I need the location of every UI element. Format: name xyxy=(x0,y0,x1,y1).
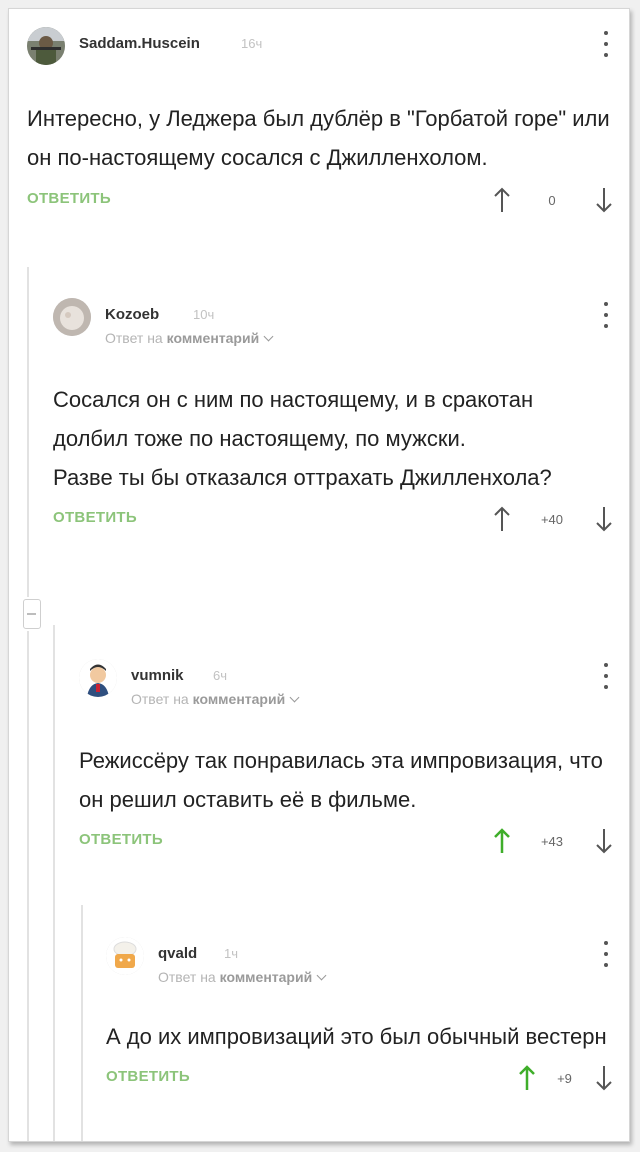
comment-header: Saddam.Huscein 16ч xyxy=(27,27,613,77)
comment-actions: ОТВЕТИТЬ +40 xyxy=(53,505,613,535)
author-name[interactable]: Kozoeb xyxy=(105,306,159,323)
comment-actions: ОТВЕТИТЬ +9 xyxy=(106,1064,613,1094)
author-name[interactable]: qvald xyxy=(158,945,197,962)
comment: Saddam.Huscein 16ч Интересно, у Леджера … xyxy=(27,27,613,216)
upvote-arrow-icon[interactable] xyxy=(518,1064,536,1092)
author-name[interactable]: Saddam.Huscein xyxy=(79,35,200,52)
comment-score: +43 xyxy=(540,834,564,849)
blurry-avatar-icon[interactable] xyxy=(53,298,91,336)
comment-header: Kozoeb 10ч Ответ на комментарий xyxy=(53,298,613,348)
vote-controls: +40 xyxy=(493,505,613,535)
collapse-thread-button[interactable] xyxy=(23,599,41,629)
comment-text: А до их импровизаций это был обычный вес… xyxy=(106,1024,607,1049)
more-options-icon[interactable] xyxy=(599,302,613,328)
reply-to-link[interactable]: Ответ на комментарий xyxy=(158,969,327,985)
vote-controls: +9 xyxy=(518,1064,613,1094)
comment-text: Интересно, у Леджера был дублёр в "Горба… xyxy=(27,106,616,170)
comment-time: 10ч xyxy=(193,307,215,322)
downvote-arrow-icon[interactable] xyxy=(595,827,613,855)
thread-line xyxy=(27,631,29,1141)
thread-line xyxy=(81,905,83,1141)
comment-time: 1ч xyxy=(224,946,239,961)
comment-text: Режиссёру так понравилась эта импровизац… xyxy=(79,748,609,812)
comment: qvald 1ч Ответ на комментарий А до их им… xyxy=(106,937,613,1094)
more-options-icon[interactable] xyxy=(599,663,613,689)
comment: vumnik 6ч Ответ на комментарий Режиссёру… xyxy=(79,659,613,857)
comment-actions: ОТВЕТИТЬ 0 xyxy=(27,186,613,216)
downvote-arrow-icon[interactable] xyxy=(595,505,613,533)
more-options-icon[interactable] xyxy=(599,31,613,57)
comment-text: Сосался он с ним по настоящему, и в срак… xyxy=(53,387,552,490)
reply-to-link[interactable]: Ответ на комментарий xyxy=(131,691,300,707)
vote-controls: 0 xyxy=(493,186,613,216)
cartoon-man-avatar-icon[interactable] xyxy=(79,659,117,697)
comment-time: 16ч xyxy=(241,36,263,51)
thread-line xyxy=(53,625,55,1141)
comment-score: +9 xyxy=(557,1071,572,1086)
chevron-down-icon xyxy=(316,970,327,981)
upvote-arrow-icon[interactable] xyxy=(493,186,511,214)
chevron-down-icon xyxy=(263,331,274,342)
chef-avatar-icon[interactable] xyxy=(106,937,144,975)
vote-controls: +43 xyxy=(493,827,613,857)
reply-to-link[interactable]: Ответ на комментарий xyxy=(105,330,274,346)
downvote-arrow-icon[interactable] xyxy=(595,186,613,214)
reply-button[interactable]: ОТВЕТИТЬ xyxy=(53,509,137,526)
comment-actions: ОТВЕТИТЬ +43 xyxy=(79,827,613,857)
soldier-avatar-icon[interactable] xyxy=(27,27,65,65)
upvote-arrow-icon[interactable] xyxy=(493,827,511,855)
comments-panel: Saddam.Huscein 16ч Интересно, у Леджера … xyxy=(8,8,630,1142)
comment-score: 0 xyxy=(548,193,556,208)
thread-line xyxy=(27,267,29,597)
chevron-down-icon xyxy=(289,692,300,703)
downvote-arrow-icon[interactable] xyxy=(595,1064,613,1092)
author-name[interactable]: vumnik xyxy=(131,667,184,684)
comment-time: 6ч xyxy=(213,668,228,683)
comment-header: qvald 1ч Ответ на комментарий xyxy=(106,937,613,987)
more-options-icon[interactable] xyxy=(599,941,613,967)
reply-button[interactable]: ОТВЕТИТЬ xyxy=(27,190,111,207)
comment-header: vumnik 6ч Ответ на комментарий xyxy=(79,659,613,709)
comment-score: +40 xyxy=(540,512,564,527)
reply-button[interactable]: ОТВЕТИТЬ xyxy=(79,831,163,848)
upvote-arrow-icon[interactable] xyxy=(493,505,511,533)
comment: Kozoeb 10ч Ответ на комментарий Сосался … xyxy=(53,298,613,535)
reply-button[interactable]: ОТВЕТИТЬ xyxy=(106,1068,190,1085)
